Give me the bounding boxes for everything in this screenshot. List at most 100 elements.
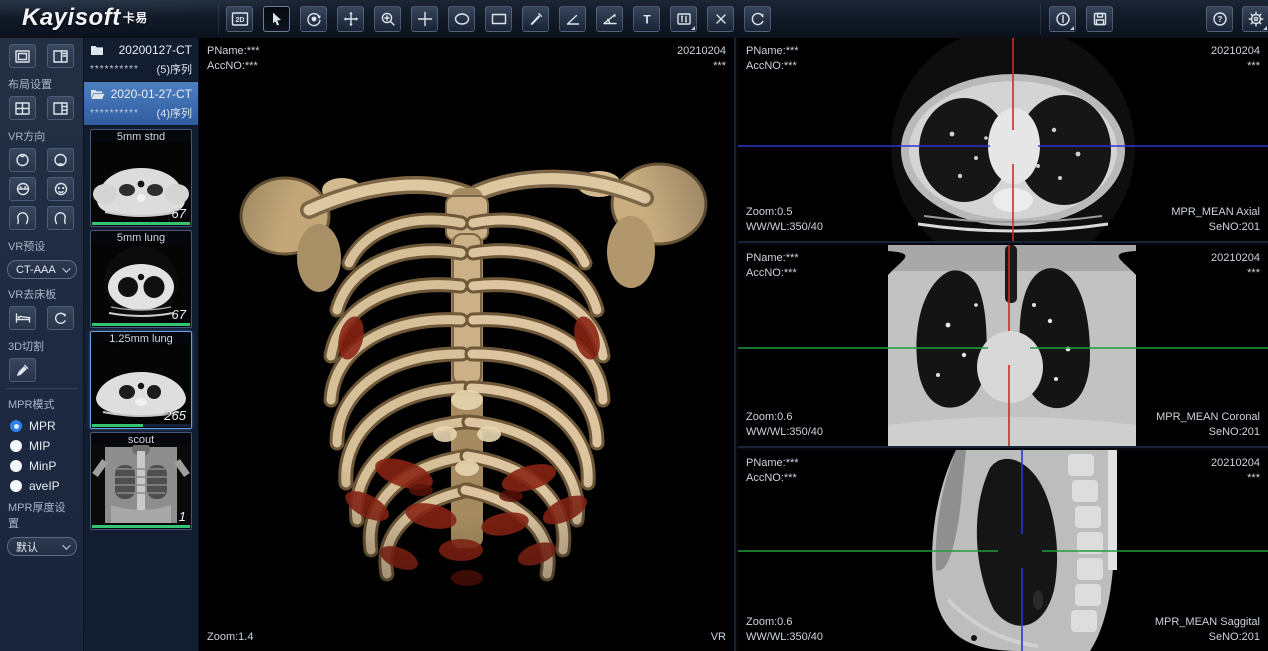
series-panel: 20200127-CT ********** (5)序列 2020-01-27-… bbox=[84, 38, 199, 651]
accession-number: AccNO:*** bbox=[746, 59, 799, 74]
mpr-thickness-value: 默认 bbox=[16, 539, 38, 555]
study-item[interactable]: 20200127-CT ********** (5)序列 bbox=[84, 38, 198, 82]
mpr-axial-viewport[interactable]: PName:***AccNO:*** 20210204*** Zoom:0.5W… bbox=[738, 38, 1268, 243]
save-button[interactable] bbox=[1086, 6, 1113, 32]
zoom-in-button[interactable] bbox=[374, 6, 401, 32]
radio-icon bbox=[10, 480, 22, 492]
bed-reset-icon[interactable] bbox=[47, 306, 74, 330]
mip-mode-radio[interactable]: MIP bbox=[0, 436, 83, 456]
masked-value: *** bbox=[677, 59, 726, 74]
folder-closed-icon bbox=[90, 44, 104, 56]
load-progress bbox=[92, 323, 190, 326]
vr-face-back-icon[interactable] bbox=[47, 177, 74, 201]
app-window: Kayisoft卡易 2D bbox=[0, 0, 1268, 651]
text-annotation-button[interactable]: T bbox=[633, 6, 660, 32]
zoom-factor: Zoom:1.4 bbox=[207, 630, 253, 645]
vr-preset-select[interactable]: CT-AAA bbox=[7, 260, 77, 279]
series-thumbnail[interactable]: 5mm lung 67 bbox=[90, 230, 192, 328]
rotate-3d-button[interactable] bbox=[300, 6, 327, 32]
study-date: 20210204 bbox=[1211, 251, 1260, 266]
series-thumbnail[interactable]: 5mm stnd 67 bbox=[90, 129, 192, 227]
masked-value: *** bbox=[1211, 59, 1260, 74]
mpr-coronal-viewport[interactable]: PName:***AccNO:*** 20210204*** Zoom:0.6W… bbox=[738, 245, 1268, 448]
radio-icon bbox=[10, 460, 22, 472]
angle-tool-button[interactable] bbox=[559, 6, 586, 32]
zoom-factor: Zoom:0.6 bbox=[746, 615, 823, 630]
accession-number: AccNO:*** bbox=[207, 59, 260, 74]
accession-number: AccNO:*** bbox=[746, 266, 799, 281]
zoom-factor: Zoom:0.6 bbox=[746, 410, 823, 425]
mpr-plane-label: MPR_MEAN Axial bbox=[1171, 205, 1260, 220]
vr-head-posterior-icon[interactable] bbox=[9, 148, 36, 172]
patient-name: PName:*** bbox=[746, 251, 799, 266]
report-button[interactable] bbox=[1049, 6, 1076, 32]
folder-open-icon bbox=[90, 88, 105, 100]
layout-settings-label: 布局设置 bbox=[0, 73, 83, 96]
delete-annotation-button[interactable] bbox=[707, 6, 734, 32]
minp-mode-radio[interactable]: MinP bbox=[0, 456, 83, 476]
series-number: SeNO:201 bbox=[1156, 425, 1260, 440]
vr-head-anterior-icon[interactable] bbox=[47, 148, 74, 172]
zoom-factor: Zoom:0.5 bbox=[746, 205, 823, 220]
reset-button[interactable] bbox=[744, 6, 771, 32]
study-date: 20210204 bbox=[1211, 44, 1260, 59]
left-sidebar: 布局设置 VR方向 bbox=[0, 38, 84, 651]
series-thumbnail[interactable]: 1.25mm lung 265 bbox=[90, 331, 192, 429]
study-date: 20210204 bbox=[1211, 456, 1260, 471]
layout-single-icon[interactable] bbox=[9, 44, 36, 68]
load-progress bbox=[92, 525, 190, 528]
vr-viewport[interactable]: PName:***AccNO:*** 20210204*** Zoom:1.4 … bbox=[199, 38, 736, 651]
help-button[interactable]: ? bbox=[1206, 6, 1233, 32]
mpr-thickness-label: MPR厚度设置 bbox=[0, 496, 83, 535]
series-thumbnail[interactable]: scout 1 bbox=[90, 432, 192, 530]
svg-text:2D: 2D bbox=[235, 17, 244, 24]
window-level-button[interactable] bbox=[670, 6, 697, 32]
crosshair-button[interactable] bbox=[411, 6, 438, 32]
toolbar-divider bbox=[1040, 4, 1041, 34]
layout-1-plus-2-icon[interactable] bbox=[47, 96, 74, 120]
measure-length-button[interactable] bbox=[522, 6, 549, 32]
mpr-sagittal-viewport[interactable]: PName:***AccNO:*** 20210204*** Zoom:0.6W… bbox=[738, 450, 1268, 651]
mpr-plane-label: MPR_MEAN Coronal bbox=[1156, 410, 1260, 425]
render-mode-label: VR bbox=[711, 630, 726, 645]
view-2d-button[interactable]: 2D bbox=[226, 6, 253, 32]
aveip-mode-radio[interactable]: aveIP bbox=[0, 476, 83, 496]
series-number: SeNO:201 bbox=[1155, 630, 1260, 645]
radio-icon bbox=[10, 420, 22, 432]
remove-bed-icon[interactable] bbox=[9, 306, 36, 330]
scalpel-icon[interactable] bbox=[9, 358, 36, 382]
pan-button[interactable] bbox=[337, 6, 364, 32]
patient-name: PName:*** bbox=[746, 456, 799, 471]
radio-icon bbox=[10, 440, 22, 452]
svg-text:?: ? bbox=[1217, 15, 1222, 24]
load-progress bbox=[92, 424, 190, 427]
mpr-plane-label: MPR_MEAN Saggital bbox=[1155, 615, 1260, 630]
top-toolbar: Kayisoft卡易 2D bbox=[0, 0, 1268, 38]
layout-report-icon[interactable] bbox=[47, 44, 74, 68]
layout-grid-2x2-icon[interactable] bbox=[9, 96, 36, 120]
cut-3d-label: 3D切割 bbox=[0, 335, 83, 358]
masked-value: *** bbox=[1211, 471, 1260, 486]
rectangle-tool-button[interactable] bbox=[485, 6, 512, 32]
window-level: WW/WL:350/40 bbox=[746, 630, 823, 645]
chevron-down-icon bbox=[62, 264, 70, 272]
xray-scout-thumb bbox=[91, 445, 191, 525]
vr-head-left-icon[interactable] bbox=[9, 206, 36, 230]
vr-preset-label: VR预设 bbox=[0, 235, 83, 258]
study-item[interactable]: 2020-01-27-CT ********** (4)序列 bbox=[84, 82, 198, 126]
chevron-down-icon bbox=[62, 541, 70, 549]
patient-name: PName:*** bbox=[207, 44, 260, 59]
cursor-button[interactable] bbox=[263, 6, 290, 32]
vr-remove-bed-label: VR去床板 bbox=[0, 283, 83, 306]
accession-number: AccNO:*** bbox=[746, 471, 799, 486]
window-level: WW/WL:350/40 bbox=[746, 220, 823, 235]
mpr-mode-label: MPR模式 bbox=[0, 393, 83, 416]
mpr-thickness-select[interactable]: 默认 bbox=[7, 537, 77, 556]
ellipse-tool-button[interactable] bbox=[448, 6, 475, 32]
settings-button[interactable] bbox=[1242, 6, 1268, 32]
study-date: 20210204 bbox=[677, 44, 726, 59]
vr-face-front-icon[interactable] bbox=[9, 177, 36, 201]
mpr-mode-radio[interactable]: MPR bbox=[0, 416, 83, 436]
cobb-angle-button[interactable] bbox=[596, 6, 623, 32]
vr-head-right-icon[interactable] bbox=[47, 206, 74, 230]
